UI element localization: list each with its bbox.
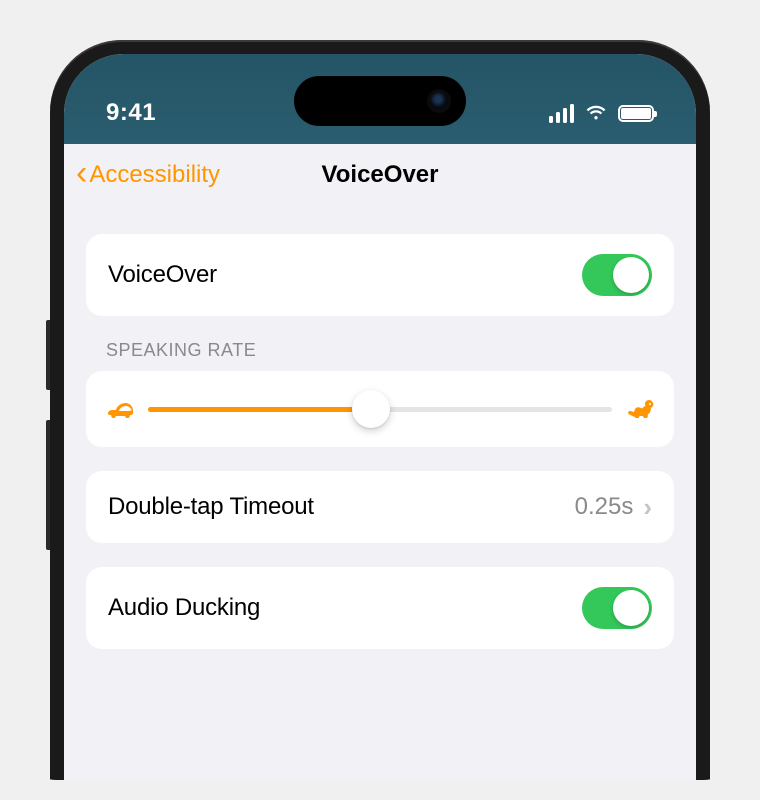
chevron-right-icon: › [643,492,652,523]
device-frame-container: 9:41 ‹ Accessibility VoiceOver [20,20,740,780]
page-title: VoiceOver [322,161,439,189]
battery-icon [618,105,654,122]
speaking-rate-group: SPEAKING RATE [86,340,674,447]
phone-frame: 9:41 ‹ Accessibility VoiceOver [50,40,710,780]
cellular-icon [549,104,575,123]
voiceover-toggle-row: VoiceOver [86,234,674,316]
audio-ducking-row: Audio Ducking [86,567,674,649]
audio-ducking-group: Audio Ducking [86,567,674,649]
slider-fill [148,407,371,412]
back-button[interactable]: ‹ Accessibility [76,160,220,190]
status-time: 9:41 [106,99,226,127]
voiceover-switch[interactable] [582,254,652,296]
navigation-bar: ‹ Accessibility VoiceOver [64,144,696,206]
wifi-icon [584,104,608,122]
dynamic-island [294,76,466,126]
speaking-rate-header: SPEAKING RATE [106,340,654,361]
voiceover-toggle-group: VoiceOver [86,234,674,316]
chevron-left-icon: ‹ [76,156,87,190]
speaking-rate-slider[interactable] [148,391,612,427]
hare-icon [624,397,656,421]
settings-content: ‹ Accessibility VoiceOver VoiceOver SPEA… [64,144,696,780]
tortoise-icon [104,397,136,421]
audio-ducking-switch[interactable] [582,587,652,629]
double-tap-value: 0.25s [575,493,634,521]
double-tap-group: Double-tap Timeout 0.25s › [86,471,674,543]
status-icons [534,104,654,123]
double-tap-label: Double-tap Timeout [108,493,314,521]
voiceover-toggle-label: VoiceOver [108,261,217,289]
audio-ducking-label: Audio Ducking [108,594,260,622]
phone-screen: 9:41 ‹ Accessibility VoiceOver [64,54,696,780]
double-tap-value-container: 0.25s › [575,492,652,523]
back-label: Accessibility [89,161,220,189]
speaking-rate-row [86,371,674,447]
slider-thumb[interactable] [352,390,390,428]
double-tap-timeout-row[interactable]: Double-tap Timeout 0.25s › [86,471,674,543]
front-camera [430,92,448,110]
